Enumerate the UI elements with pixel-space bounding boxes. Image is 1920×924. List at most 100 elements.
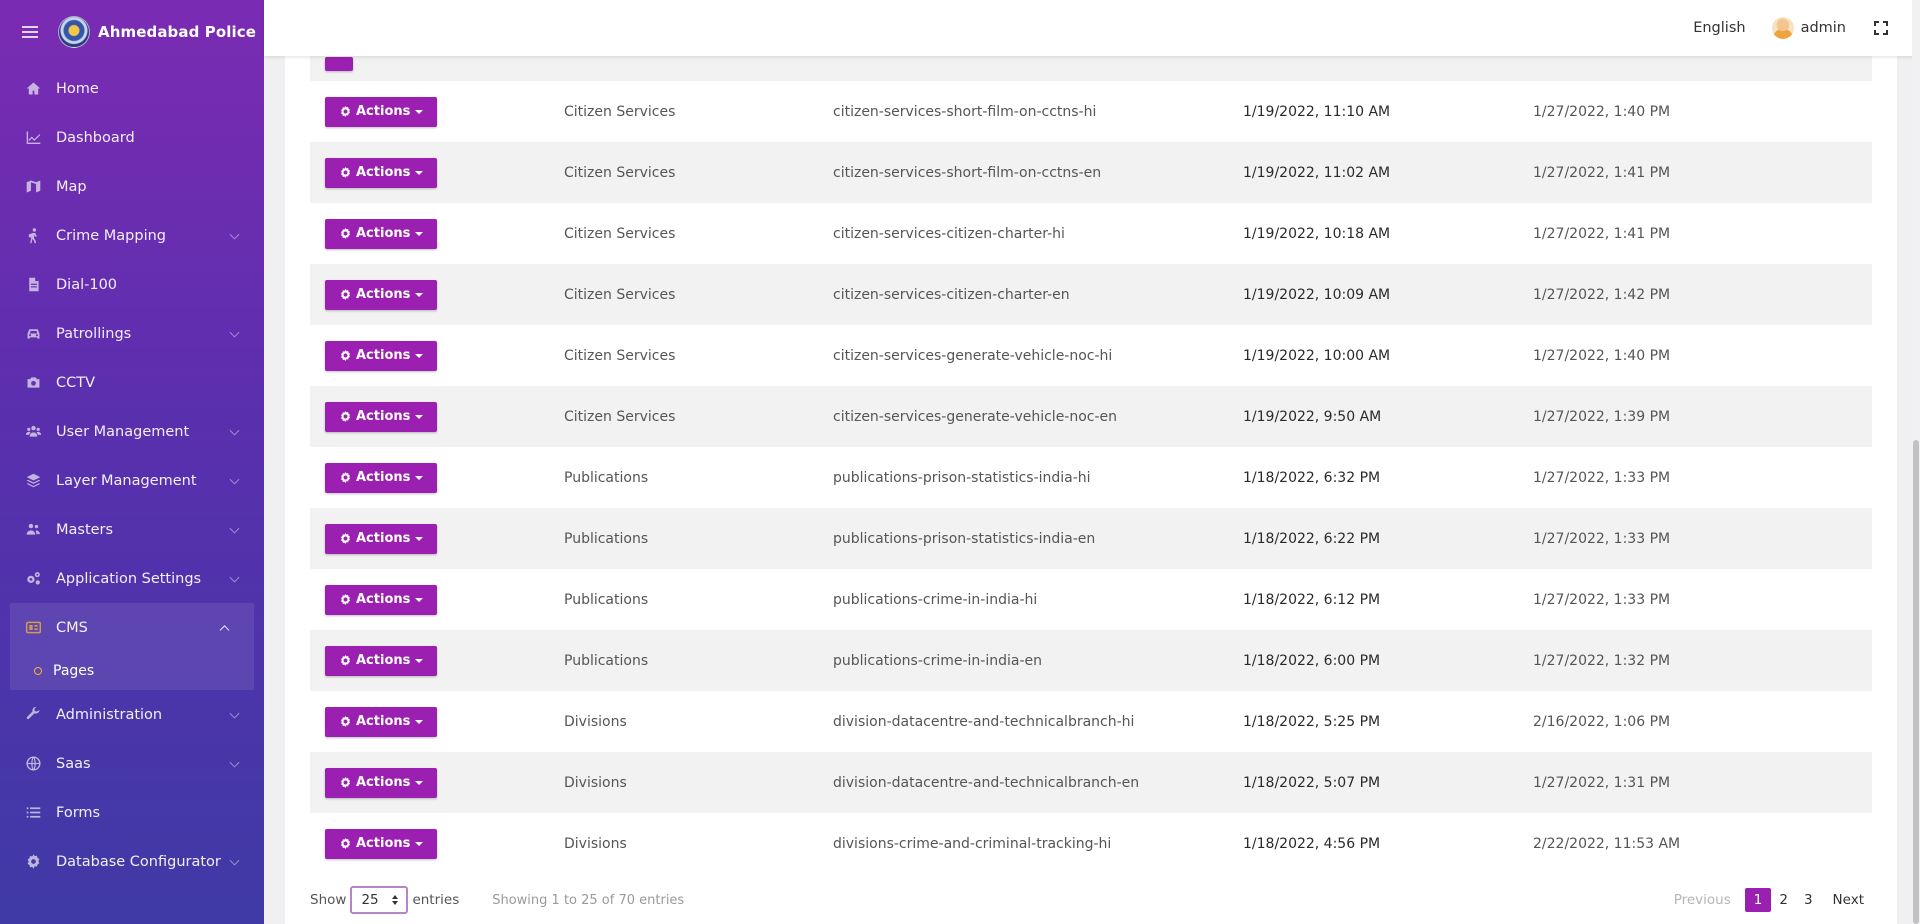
cell-slug: division-datacentre-and-technicalbranch-…: [833, 774, 1140, 791]
actions-button[interactable]: Actions: [325, 96, 438, 127]
chevron-down-icon: [229, 757, 240, 768]
caret-down-icon: [415, 231, 424, 236]
pagination-next[interactable]: Next: [1825, 888, 1872, 912]
actions-button[interactable]: Actions: [325, 523, 438, 554]
sidebar-item-cctv[interactable]: CCTV: [0, 358, 264, 407]
sidebar-item-label: Home: [56, 80, 99, 97]
chevron-up-icon: [219, 624, 230, 635]
language-selector[interactable]: English: [1693, 20, 1745, 36]
actions-label: Actions: [356, 165, 411, 180]
cell-created: 1/18/2022, 6:32 PM: [1243, 469, 1381, 486]
table-row: Actions Publications publications-prison-s…: [310, 508, 1872, 569]
actions-button[interactable]: Actions: [325, 218, 438, 249]
sidebar-item-dashboard[interactable]: Dashboard: [0, 113, 264, 162]
pagination-previous[interactable]: Previous: [1666, 888, 1739, 912]
actions-label: Actions: [356, 836, 411, 851]
cell-updated: 1/27/2022, 1:33 PM: [1533, 591, 1671, 608]
pages-table-card: Actions Citizen Services citizen-services-…: [285, 0, 1897, 924]
actions-button[interactable]: Actions: [325, 767, 438, 798]
sidebar-item-map[interactable]: Map: [0, 162, 264, 211]
actions-button[interactable]: Actions: [325, 462, 438, 493]
gear-icon: [341, 715, 350, 728]
gear-icon: [341, 105, 350, 118]
camera-icon: [24, 374, 42, 392]
caret-down-icon: [415, 597, 424, 602]
actions-button[interactable]: [325, 57, 353, 71]
sidebar-item-patrollings[interactable]: Patrollings: [0, 309, 264, 358]
cell-created: 1/19/2022, 11:10 AM: [1243, 103, 1391, 120]
cell-category: Publications: [564, 591, 649, 608]
pagination-page-3[interactable]: 3: [1796, 888, 1821, 912]
user-menu[interactable]: admin: [1771, 17, 1846, 39]
sidebar-item-database-configurator[interactable]: Database Configurator: [0, 837, 264, 886]
avatar: [1771, 17, 1794, 39]
caret-down-icon: [415, 719, 424, 724]
actions-button[interactable]: Actions: [325, 340, 438, 371]
caret-down-icon: [415, 475, 424, 480]
cell-created: 1/19/2022, 10:18 AM: [1243, 225, 1391, 242]
cell-category: Divisions: [564, 774, 627, 791]
actions-button[interactable]: Actions: [325, 645, 438, 676]
cell-slug: citizen-services-citizen-charter-hi: [833, 225, 1065, 242]
sidebar-item-layer-management[interactable]: Layer Management: [0, 456, 264, 505]
cell-created: 1/19/2022, 11:02 AM: [1243, 164, 1391, 181]
cell-category: Citizen Services: [564, 286, 676, 303]
caret-down-icon: [415, 170, 424, 175]
sidebar-item-home[interactable]: Home: [0, 64, 264, 113]
actions-button[interactable]: Actions: [325, 584, 438, 615]
chevron-down-icon: [229, 229, 240, 240]
actions-button[interactable]: Actions: [325, 401, 438, 432]
caret-down-icon: [415, 658, 424, 663]
hamburger-menu-icon[interactable]: [22, 25, 42, 39]
actions-label: Actions: [356, 531, 411, 546]
cell-slug: citizen-services-short-film-on-cctns-en: [833, 164, 1102, 181]
chevron-down-icon: [229, 474, 240, 485]
cell-updated: 1/27/2022, 1:39 PM: [1533, 408, 1671, 425]
sidebar-item-application-settings[interactable]: Application Settings: [0, 554, 264, 603]
sidebar-item-dial-100[interactable]: Dial-100: [0, 260, 264, 309]
table-row: Actions Citizen Services citizen-services-…: [310, 203, 1872, 264]
caret-down-icon: [415, 841, 424, 846]
actions-button[interactable]: Actions: [325, 279, 438, 310]
actions-label: Actions: [356, 714, 411, 729]
actions-label: Actions: [356, 409, 411, 424]
scrollbar[interactable]: [1912, 0, 1920, 924]
sidebar-item-crime-mapping[interactable]: Crime Mapping: [0, 211, 264, 260]
table-row: Actions Citizen Services citizen-services-…: [310, 264, 1872, 325]
gear-icon: [341, 776, 350, 789]
sidebar-item-label: Map: [56, 178, 87, 195]
circle-icon: [34, 667, 42, 675]
sort-updown-icon: [392, 895, 399, 905]
sidebar-item-cms[interactable]: CMS: [10, 603, 254, 652]
sidebar-nav-lower: Administration Saas Forms Database Configur…: [0, 690, 264, 886]
sidebar-nav: Home Dashboard Map Crime Mapping Dial-100 Pat…: [0, 64, 264, 603]
cell-category: Citizen Services: [564, 347, 676, 364]
cell-slug: publications-crime-in-india-en: [833, 652, 1042, 669]
actions-button[interactable]: Actions: [325, 706, 438, 737]
cell-updated: 1/27/2022, 1:33 PM: [1533, 530, 1671, 547]
sidebar-item-forms[interactable]: Forms: [0, 788, 264, 837]
sidebar-item-administration[interactable]: Administration: [0, 690, 264, 739]
car-icon: [24, 325, 42, 343]
sidebar-subitem-label: Pages: [53, 663, 95, 679]
actions-button[interactable]: Actions: [325, 157, 438, 188]
pagination-page-1[interactable]: 1: [1744, 888, 1772, 912]
pagination-page-2[interactable]: 2: [1771, 888, 1796, 912]
scrollbar-thumb[interactable]: [1913, 440, 1919, 924]
cell-updated: 1/27/2022, 1:40 PM: [1533, 347, 1671, 364]
actions-button[interactable]: Actions: [325, 828, 438, 859]
actions-label: Actions: [356, 104, 411, 119]
sidebar-subitem-pages[interactable]: Pages: [10, 652, 254, 690]
table-row: Actions Divisions division-datacentre-and-…: [310, 752, 1872, 813]
cell-updated: 1/27/2022, 1:32 PM: [1533, 652, 1671, 669]
sidebar-item-saas[interactable]: Saas: [0, 739, 264, 788]
sidebar-item-user-management[interactable]: User Management: [0, 407, 264, 456]
page-length-select[interactable]: 25: [350, 886, 409, 914]
cell-updated: 1/27/2022, 1:40 PM: [1533, 103, 1671, 120]
cell-updated: 1/27/2022, 1:33 PM: [1533, 469, 1671, 486]
entries-label: entries: [412, 892, 460, 908]
expand-icon[interactable]: [1874, 21, 1888, 35]
cell-slug: citizen-services-generate-vehicle-noc-en: [833, 408, 1118, 425]
table-row: Actions Citizen Services citizen-services-…: [310, 142, 1872, 203]
sidebar-item-masters[interactable]: Masters: [0, 505, 264, 554]
